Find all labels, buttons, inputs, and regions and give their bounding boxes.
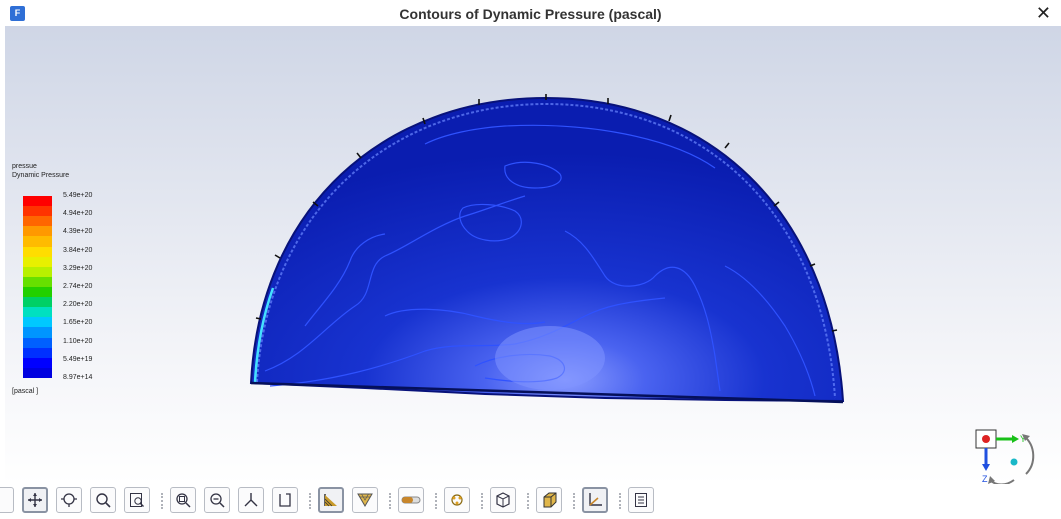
colorbar-band <box>23 196 52 207</box>
colorbar-band <box>23 307 52 318</box>
legend-tick-label: 2.74e+20 <box>63 283 93 290</box>
colorbar-band <box>23 206 52 217</box>
color-legend: pressue Dynamic Pressure 5.49e+20 4.94e+2… <box>12 162 102 395</box>
zoom-in-out-icon <box>59 492 79 508</box>
toolbar-separator <box>527 493 531 509</box>
legend-tick-label: 8.97e+14 <box>63 374 93 381</box>
colorbar-band <box>23 256 52 268</box>
legend-tick-label: 4.39e+20 <box>63 228 93 236</box>
toolbar-separator <box>309 493 313 509</box>
pan-button[interactable] <box>22 487 48 513</box>
toolbar-separator <box>481 493 485 509</box>
graphics-viewport[interactable]: pressue Dynamic Pressure 5.49e+20 4.94e+2… <box>5 26 1061 484</box>
legend-title-line1: pressue <box>12 163 37 170</box>
colorbar-band <box>23 347 52 359</box>
partial-tool-button[interactable] <box>0 487 14 513</box>
partial-icon <box>0 493 8 507</box>
contour-display-button[interactable] <box>318 487 344 513</box>
zoom-out-button[interactable] <box>204 487 230 513</box>
annotation-button[interactable] <box>628 487 654 513</box>
notes-icon <box>633 492 649 508</box>
view-dir-icon <box>277 492 293 508</box>
toolbar-separator <box>389 493 393 509</box>
transparency-button[interactable] <box>398 487 424 513</box>
pan-icon <box>27 492 43 508</box>
close-button[interactable]: ✕ <box>1036 3 1051 24</box>
toolbar-separator <box>161 493 165 509</box>
legend-tick-label: 1.65e+20 <box>63 319 93 327</box>
axes-toggle-button[interactable] <box>582 487 608 513</box>
legend-tick-label: 1.10e+20 <box>63 337 93 345</box>
fit-to-window-button[interactable] <box>170 487 196 513</box>
legend-tick-label: 5.49e+20 <box>63 192 93 199</box>
contour-plot[interactable] <box>5 26 1061 484</box>
zoom-in-out-button[interactable] <box>56 487 82 513</box>
colorbar-band <box>23 317 52 328</box>
legend-tick-label: 5.49e+19 <box>63 355 93 363</box>
axis-triad[interactable]: Y Z <box>970 422 1050 484</box>
legend-tick-label: 3.84e+20 <box>63 246 93 254</box>
colorbar-band <box>23 246 52 258</box>
colorbar-band <box>23 276 52 288</box>
mesh-display-button[interactable] <box>352 487 378 513</box>
contour-icon <box>323 492 339 508</box>
triad-z-label: Z <box>982 474 988 484</box>
legend-tick-label: 2.20e+20 <box>63 301 93 309</box>
zoom-icon <box>95 492 111 508</box>
mesh-icon <box>357 492 373 508</box>
lighting-settings-button[interactable] <box>444 487 470 513</box>
colorbar-band <box>23 367 52 379</box>
colorbar-band <box>23 357 52 369</box>
legend-unit: [pascal ] <box>12 388 39 395</box>
colorbar-band <box>23 297 52 308</box>
axes-3d-icon <box>243 492 259 508</box>
cube-view-button[interactable] <box>490 487 516 513</box>
cube-icon <box>495 492 511 508</box>
colorbar-band <box>23 287 52 298</box>
axes-2d-icon <box>587 492 603 508</box>
fit-icon <box>175 492 191 508</box>
slider-icon <box>401 495 421 505</box>
lights-icon <box>448 492 466 508</box>
isometric-view-button[interactable] <box>238 487 264 513</box>
toolbar-separator <box>435 493 439 509</box>
zoom-out-icon <box>209 492 225 508</box>
colorbar <box>23 196 52 379</box>
legend-tick-label: 3.29e+20 <box>63 264 93 272</box>
toolbar-separator <box>619 493 623 509</box>
toolbar-separator <box>573 493 577 509</box>
legend-tick-label: 4.94e+20 <box>63 210 93 218</box>
high-pressure-spot <box>495 326 605 390</box>
zoom-box-icon <box>129 492 145 508</box>
colorbar-band <box>23 226 52 237</box>
orthographic-cube-button[interactable] <box>536 487 562 513</box>
triad-x-dot <box>982 435 990 443</box>
colorbar-band <box>23 337 52 349</box>
legend-title-line2: Dynamic Pressure <box>12 172 70 179</box>
colorbar-band <box>23 236 52 248</box>
view-direction-button[interactable] <box>272 487 298 513</box>
window-title: Contours of Dynamic Pressure (pascal) <box>399 6 662 22</box>
colorbar-band <box>23 266 52 278</box>
colorbar-band <box>23 327 52 339</box>
graphics-toolbar <box>0 484 1061 519</box>
zoom-box-button[interactable] <box>124 487 150 513</box>
cube-solid-icon <box>541 492 557 508</box>
triad-origin-dot <box>1010 458 1018 466</box>
colorbar-band <box>23 216 52 227</box>
zoom-to-fit-button[interactable] <box>90 487 116 513</box>
